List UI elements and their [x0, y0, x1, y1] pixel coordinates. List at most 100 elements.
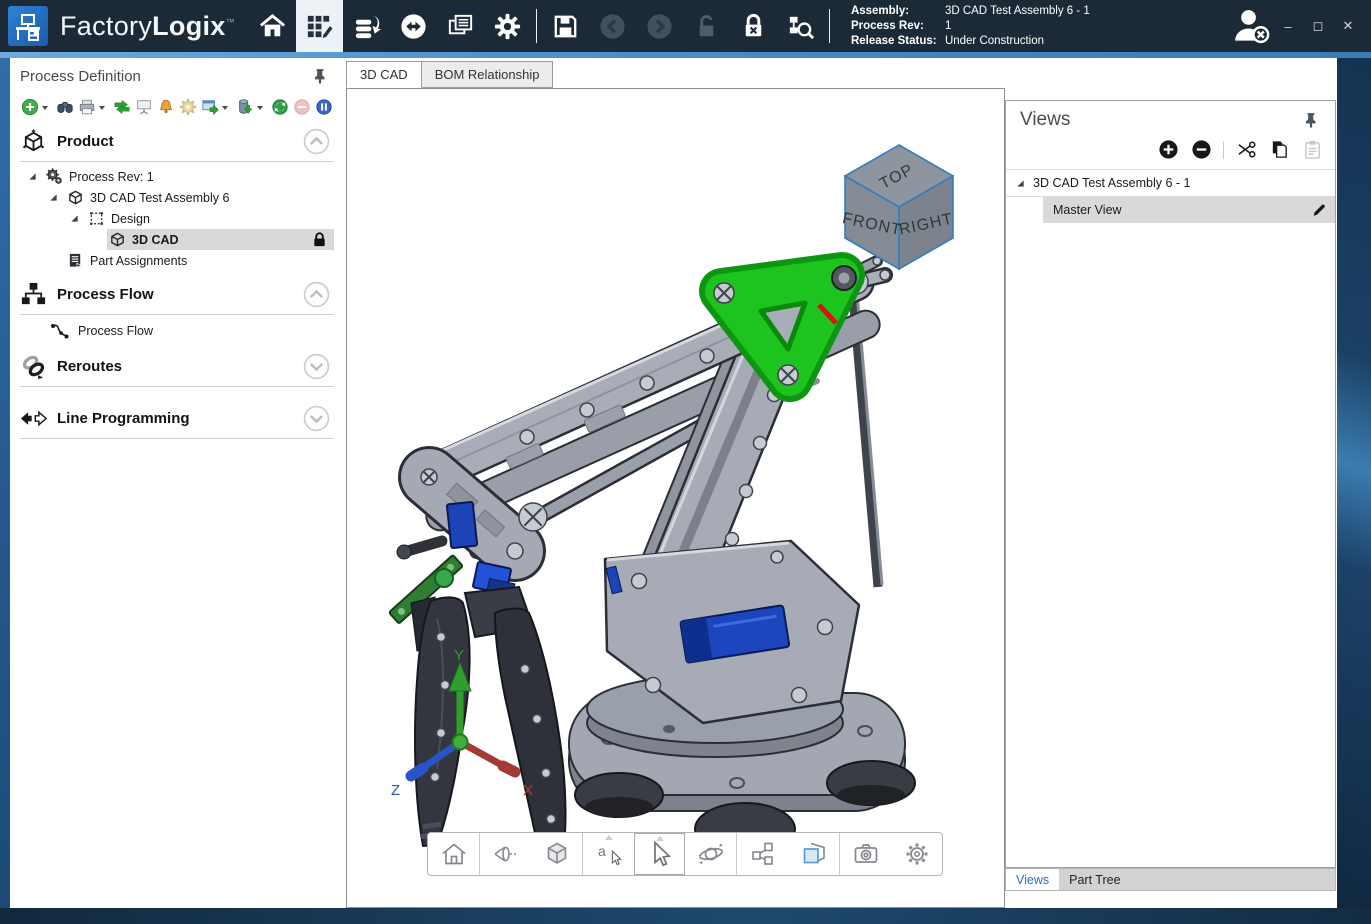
import-data-icon	[351, 11, 382, 42]
expand-section-button[interactable]	[303, 353, 330, 380]
dropdown-caret[interactable]	[656, 832, 664, 841]
right-panel-tab-strip: Views Part Tree	[1005, 868, 1336, 891]
unlock-button[interactable]	[683, 0, 730, 52]
expander-icon[interactable]	[70, 214, 79, 223]
cube-icon	[109, 231, 126, 248]
dropdown-caret[interactable]	[99, 106, 105, 113]
views-tree-root[interactable]: 3D CAD Test Assembly 6 - 1	[1006, 169, 1335, 197]
structure-search-button[interactable]	[777, 0, 824, 52]
unlock-icon	[691, 11, 722, 42]
save-button[interactable]	[542, 0, 589, 52]
select-button[interactable]	[634, 833, 685, 875]
deactivate-button[interactable]	[292, 98, 311, 117]
process-definition-button[interactable]	[296, 0, 343, 52]
dropdown-caret[interactable]	[257, 106, 263, 113]
binoculars-icon	[56, 98, 74, 116]
master-view-label: Master View	[1053, 203, 1122, 217]
add-button[interactable]	[20, 98, 39, 117]
refresh-button[interactable]	[270, 98, 289, 117]
divider	[20, 386, 334, 387]
pin-button[interactable]	[1303, 112, 1319, 128]
section-reroutes[interactable]: Reroutes	[20, 349, 334, 383]
sync-button[interactable]	[390, 0, 437, 52]
maximize-button[interactable]: ◻	[1303, 12, 1333, 40]
section-process-flow[interactable]: Process Flow	[20, 277, 334, 311]
explode-button[interactable]	[737, 833, 788, 875]
process-flow-item[interactable]: Process Flow	[20, 319, 334, 343]
print-button[interactable]	[77, 98, 96, 117]
tab-views[interactable]: Views	[1006, 869, 1059, 890]
statusbar	[0, 908, 1371, 924]
materials-button[interactable]	[343, 0, 390, 52]
shaded-view-button[interactable]	[531, 833, 582, 875]
settings-gear-icon	[902, 839, 932, 869]
orbit-button[interactable]	[685, 833, 736, 875]
close-button[interactable]: ✕	[1333, 12, 1363, 40]
snapshot-button[interactable]	[840, 833, 891, 875]
tab-part-tree[interactable]: Part Tree	[1059, 869, 1130, 890]
paste-button[interactable]	[1301, 139, 1323, 161]
minimize-button[interactable]: –	[1273, 12, 1303, 40]
undo-button[interactable]	[589, 0, 636, 52]
views-tree-master-view[interactable]: Master View	[1043, 197, 1335, 223]
home-icon	[257, 11, 288, 42]
cube-icon	[67, 189, 84, 206]
edit-pencil-icon[interactable]	[1311, 202, 1327, 218]
tab-bom-relationship[interactable]: BOM Relationship	[421, 61, 554, 88]
maximize-icon: ◻	[1313, 18, 1324, 34]
reroutes-icon	[20, 353, 47, 380]
tree-item-part-assignments[interactable]: Part Assignments	[20, 250, 334, 271]
release-status-value: Under Construction	[945, 35, 1044, 47]
tree-item-assembly[interactable]: 3D CAD Test Assembly 6	[20, 187, 334, 208]
presentation-button[interactable]	[134, 98, 153, 117]
lock-x-icon	[738, 11, 769, 42]
print-icon	[78, 98, 96, 116]
notify-button[interactable]	[156, 98, 175, 117]
expander-icon[interactable]	[49, 193, 58, 202]
expander-icon[interactable]	[28, 172, 37, 181]
redo-button[interactable]	[636, 0, 683, 52]
section-product[interactable]: Product	[20, 124, 334, 158]
tree-item-3d-cad[interactable]: 3D CAD	[20, 229, 334, 250]
delete-icon	[236, 98, 254, 116]
dropdown-caret[interactable]	[222, 106, 228, 113]
logout-user-button[interactable]	[1229, 4, 1273, 48]
expand-section-button[interactable]	[303, 405, 330, 432]
cad-viewport[interactable]: TOP FRONT RIGHT Y Z X	[346, 88, 1005, 908]
cut-button[interactable]	[1235, 139, 1257, 161]
orientation-view-cube[interactable]: TOP FRONT RIGHT	[833, 133, 973, 273]
tab-label: 3D CAD	[360, 67, 408, 82]
home-button[interactable]	[249, 0, 296, 52]
tab-3d-cad[interactable]: 3D CAD	[346, 61, 422, 88]
home-view-icon	[439, 839, 469, 869]
dropdown-caret[interactable]	[42, 106, 48, 113]
look-at-button[interactable]	[480, 833, 531, 875]
suspend-button[interactable]	[314, 98, 333, 117]
pin-button[interactable]	[312, 68, 328, 84]
view-home-button[interactable]	[428, 833, 479, 875]
export-window-icon	[201, 98, 219, 116]
section-button[interactable]	[788, 833, 839, 875]
tree-item-design[interactable]: Design	[20, 208, 334, 229]
export-button[interactable]	[200, 98, 219, 117]
delete-button[interactable]	[235, 98, 254, 117]
copy-button[interactable]	[1268, 139, 1290, 161]
dropdown-caret[interactable]	[605, 831, 613, 840]
properties-button[interactable]	[178, 98, 197, 117]
collapse-section-button[interactable]	[303, 281, 330, 308]
expander-icon[interactable]	[1016, 179, 1025, 188]
add-view-button[interactable]	[1157, 139, 1179, 161]
tree-item-process-rev[interactable]: Process Rev: 1	[20, 166, 334, 187]
exchange-button[interactable]	[112, 98, 131, 117]
documents-button[interactable]	[437, 0, 484, 52]
view-direction-icon	[491, 839, 521, 869]
remove-view-button[interactable]	[1190, 139, 1212, 161]
lock-discard-button[interactable]	[730, 0, 777, 52]
collapse-section-button[interactable]	[303, 128, 330, 155]
select-label-button[interactable]: a	[583, 833, 634, 875]
viewer-settings-button[interactable]	[891, 833, 942, 875]
section-line-programming[interactable]: Line Programming	[20, 401, 334, 435]
titlebar: FactoryLogix™	[0, 0, 1371, 52]
settings-button[interactable]	[484, 0, 531, 52]
find-button[interactable]	[55, 98, 74, 117]
